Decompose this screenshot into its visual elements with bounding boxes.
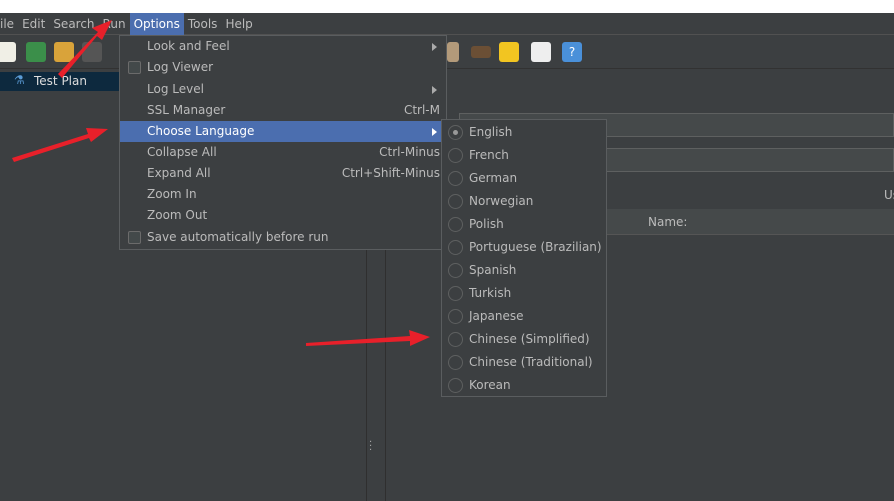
annotation-arrows xyxy=(12,20,430,346)
annotation-arrow-choose-language xyxy=(12,128,108,162)
annotation-arrow-options xyxy=(58,20,112,78)
annotation-arrow-chinese xyxy=(306,330,430,346)
